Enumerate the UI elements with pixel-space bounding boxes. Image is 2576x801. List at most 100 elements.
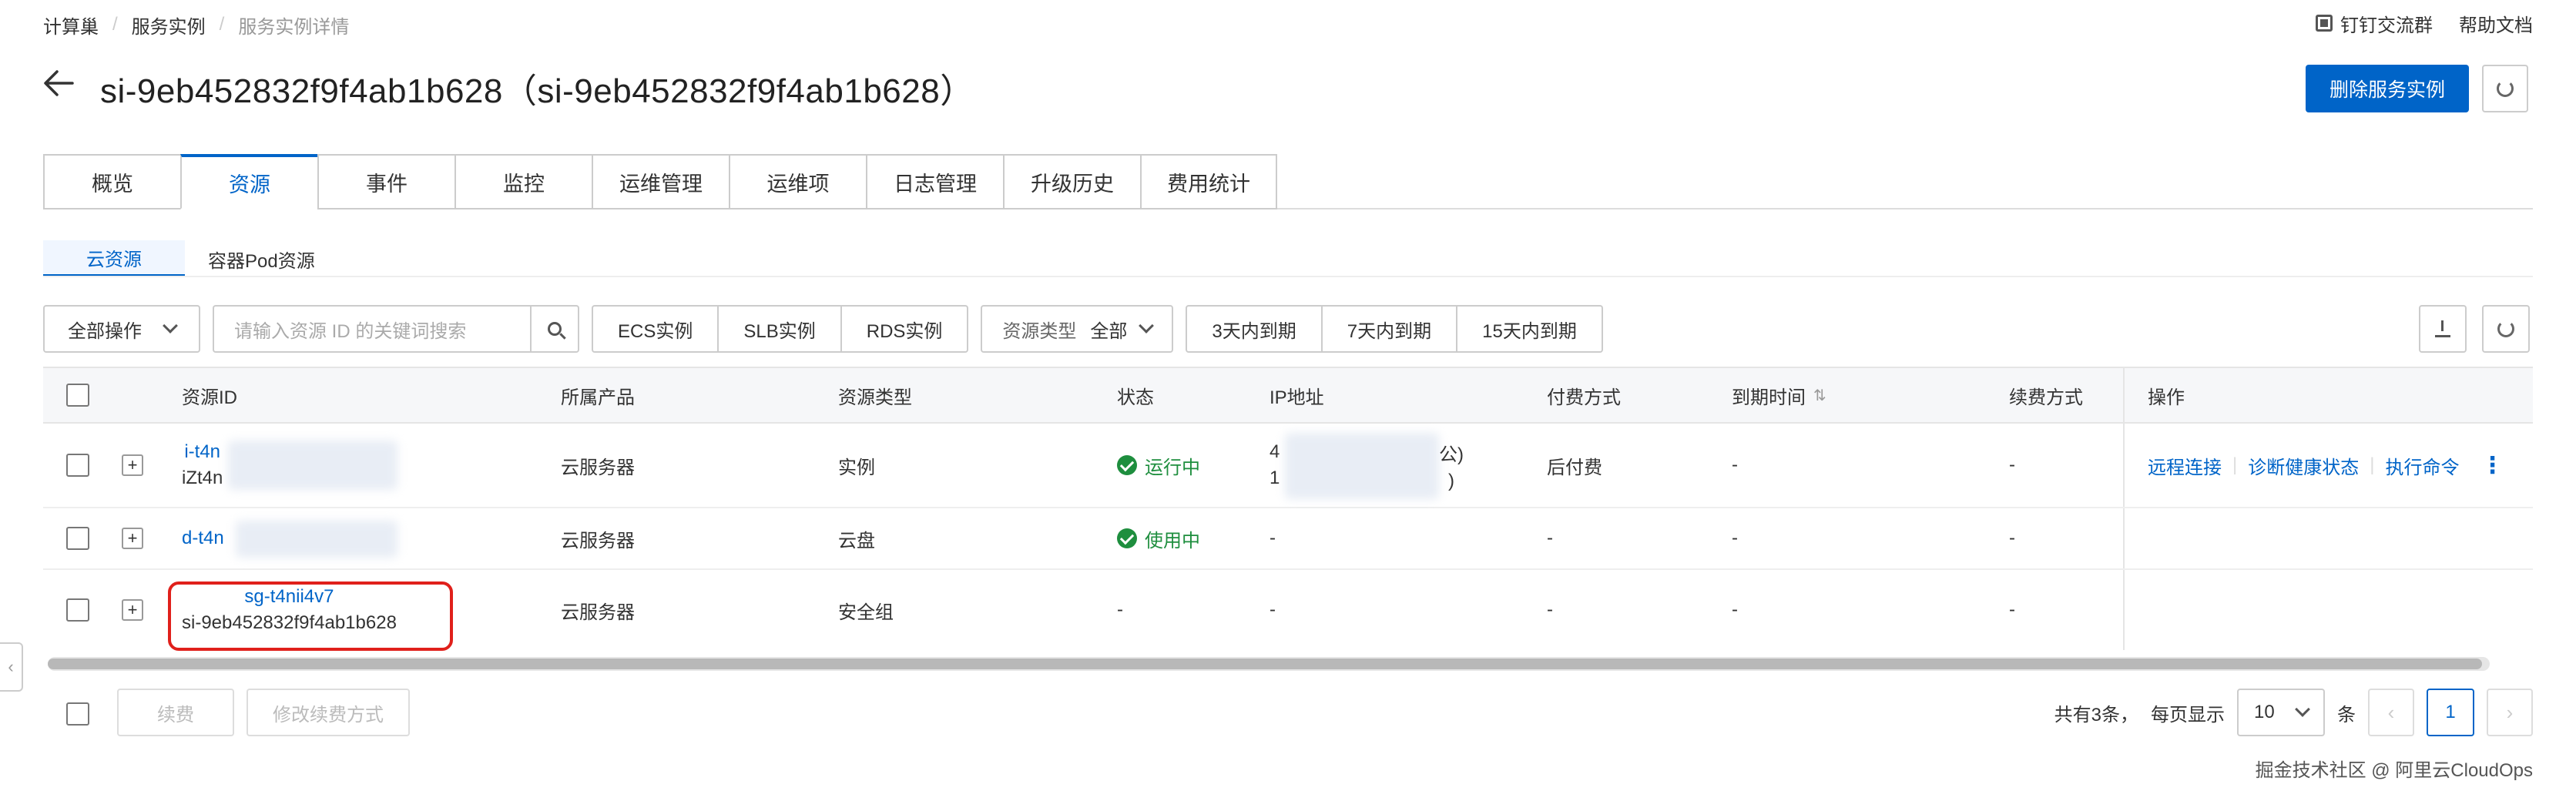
row-checkbox[interactable] [66,598,89,622]
tab-monitoring[interactable]: 监控 [454,154,592,209]
chevron-down-icon [2295,702,2310,717]
resource-id-link[interactable]: i-t4n [184,441,220,463]
ip-address-line-1: 4 [1270,441,1280,462]
billing-cell: - [1547,599,1553,620]
expiry-cell: - [1732,454,1738,475]
more-actions-icon[interactable]: ⋮ [2480,452,2504,479]
filter-slb-instances[interactable]: SLB实例 [719,305,842,353]
resource-type-select[interactable]: 资源类型 全部 [981,305,1174,353]
footer-select-all-checkbox[interactable] [66,702,89,726]
filter-expire-7-days[interactable]: 7天内到期 [1322,305,1458,353]
download-button[interactable] [2419,305,2467,353]
tab-events[interactable]: 事件 [317,154,454,209]
page-title: si-9eb452832f9f4ab1b628（si-9eb452832f9f4… [100,72,974,110]
tab-cost-statistics[interactable]: 费用统计 [1140,154,1277,209]
tab-ops-items[interactable]: 运维项 [729,154,866,209]
ip-address-tail-2: ) [1448,470,1454,491]
row-checkbox[interactable] [66,527,89,550]
expand-row-button[interactable]: + [122,528,143,549]
delete-service-instance-button[interactable]: 删除服务实例 [2306,65,2469,112]
refresh-page-button[interactable] [2482,65,2528,112]
diagnose-health-link[interactable]: 诊断健康状态 [2248,452,2359,479]
dingtalk-group-link[interactable]: 钉钉交流群 [2316,10,2433,37]
renew-button[interactable]: 续费 [117,689,234,736]
tab-upgrade-history[interactable]: 升级历史 [1003,154,1140,209]
resource-search-input[interactable]: 请输入资源 ID 的关键词搜索 [213,305,530,353]
subtab-container-pod-resources[interactable]: 容器Pod资源 [185,240,338,277]
main-tabs: 概览 资源 事件 监控 运维管理 运维项 日志管理 升级历史 费用统计 [43,154,2533,209]
resource-id-link[interactable]: d-t4n [182,528,224,549]
expiry-cell: - [1732,528,1738,548]
renewal-cell: - [2009,528,2015,548]
product-cell: 云服务器 [561,602,635,623]
select-all-checkbox[interactable] [66,384,89,407]
resource-type-value: 全部 [1090,320,1128,342]
tab-resources[interactable]: 资源 [180,154,317,209]
back-arrow-icon[interactable] [42,68,75,99]
search-button[interactable] [530,305,579,353]
remote-connect-link[interactable]: 远程连接 [2148,452,2222,479]
highlight-annotation [168,581,453,651]
status-text: 运行中 [1145,457,1200,478]
resource-toolbar: 全部操作 请输入资源 ID 的关键词搜索 ECS实例 SLB实例 RDS实例 资… [43,305,1615,353]
filter-expire-3-days[interactable]: 3天内到期 [1186,305,1323,353]
collapse-sidebar-handle[interactable]: ‹ [0,642,23,692]
row-checkbox[interactable] [66,454,89,477]
table-row: + i-t4n iZt4n 云服务器 实例 运行中 4 1 公) ) 后付费 -… [43,424,2533,508]
tab-overview[interactable]: 概览 [43,154,180,209]
tab-ops-management[interactable]: 运维管理 [592,154,729,209]
col-ip-address: IP地址 [1270,387,1324,408]
refresh-icon [2497,320,2514,337]
horizontal-scrollbar-thumb[interactable] [48,659,2482,669]
bulk-action-select[interactable]: 全部操作 [43,305,200,353]
page-size-select[interactable]: 10 [2237,689,2325,736]
change-renewal-button[interactable]: 修改续费方式 [247,689,410,736]
filter-expire-15-days[interactable]: 15天内到期 [1457,305,1603,353]
tab-log-management[interactable]: 日志管理 [866,154,1003,209]
search-icon [548,322,562,336]
next-page-button[interactable]: › [2487,689,2533,736]
per-page-unit: 条 [2337,704,2356,726]
sub-tabs-divider [43,276,2533,277]
breadcrumb-item-compute-nest[interactable]: 计算巢 [43,12,99,39]
check-circle-icon [1117,455,1137,475]
billing-cell: - [1547,528,1553,548]
redacted-block [1285,433,1439,499]
expand-row-button[interactable]: + [122,599,143,621]
resource-type-cell: 实例 [838,457,875,478]
filter-rds-instances[interactable]: RDS实例 [841,305,969,353]
prev-page-button[interactable]: ‹ [2368,689,2414,736]
resource-name: iZt4n [182,468,223,488]
ip-address-cell: - [1270,599,1276,620]
expiry-cell: - [1732,599,1738,620]
top-links: 钉钉交流群 帮助文档 [2316,9,2533,37]
chevron-left-icon: ‹ [2387,700,2395,724]
col-expiry-time: 到期时间 [1732,387,1806,408]
watermark: 掘金技术社区 @ 阿里云CloudOps [2255,760,2533,781]
page-size-value: 10 [2254,702,2275,722]
page-number-button[interactable]: 1 [2427,689,2474,736]
expand-row-button[interactable]: + [122,454,143,476]
col-product: 所属产品 [561,387,635,408]
ip-address-tail-1: 公) [1439,444,1464,465]
dingtalk-group-label: 钉钉交流群 [2340,15,2433,36]
run-command-link[interactable]: 执行命令 [2385,452,2459,479]
dingtalk-icon [2316,15,2333,32]
redacted-block [236,521,397,558]
col-resource-id: 资源ID [182,387,237,408]
col-actions: 操作 [2123,368,2185,422]
subtab-cloud-resources[interactable]: 云资源 [43,240,185,277]
breadcrumb-item-service-instances[interactable]: 服务实例 [132,12,206,39]
help-docs-link[interactable]: 帮助文档 [2459,10,2533,37]
breadcrumb-separator: / [112,14,118,35]
per-page-label: 每页显示 [2151,704,2225,726]
sort-icon[interactable]: ⇅ [1813,386,1826,405]
refresh-table-button[interactable] [2482,305,2530,353]
refresh-icon [2497,80,2514,97]
breadcrumb-separator: / [219,14,225,35]
filter-ecs-instances[interactable]: ECS实例 [592,305,719,353]
status-cell: - [1117,599,1123,620]
resource-type-label: 资源类型 [1002,320,1077,342]
chevron-right-icon: › [2506,700,2514,724]
col-status: 状态 [1117,387,1154,408]
